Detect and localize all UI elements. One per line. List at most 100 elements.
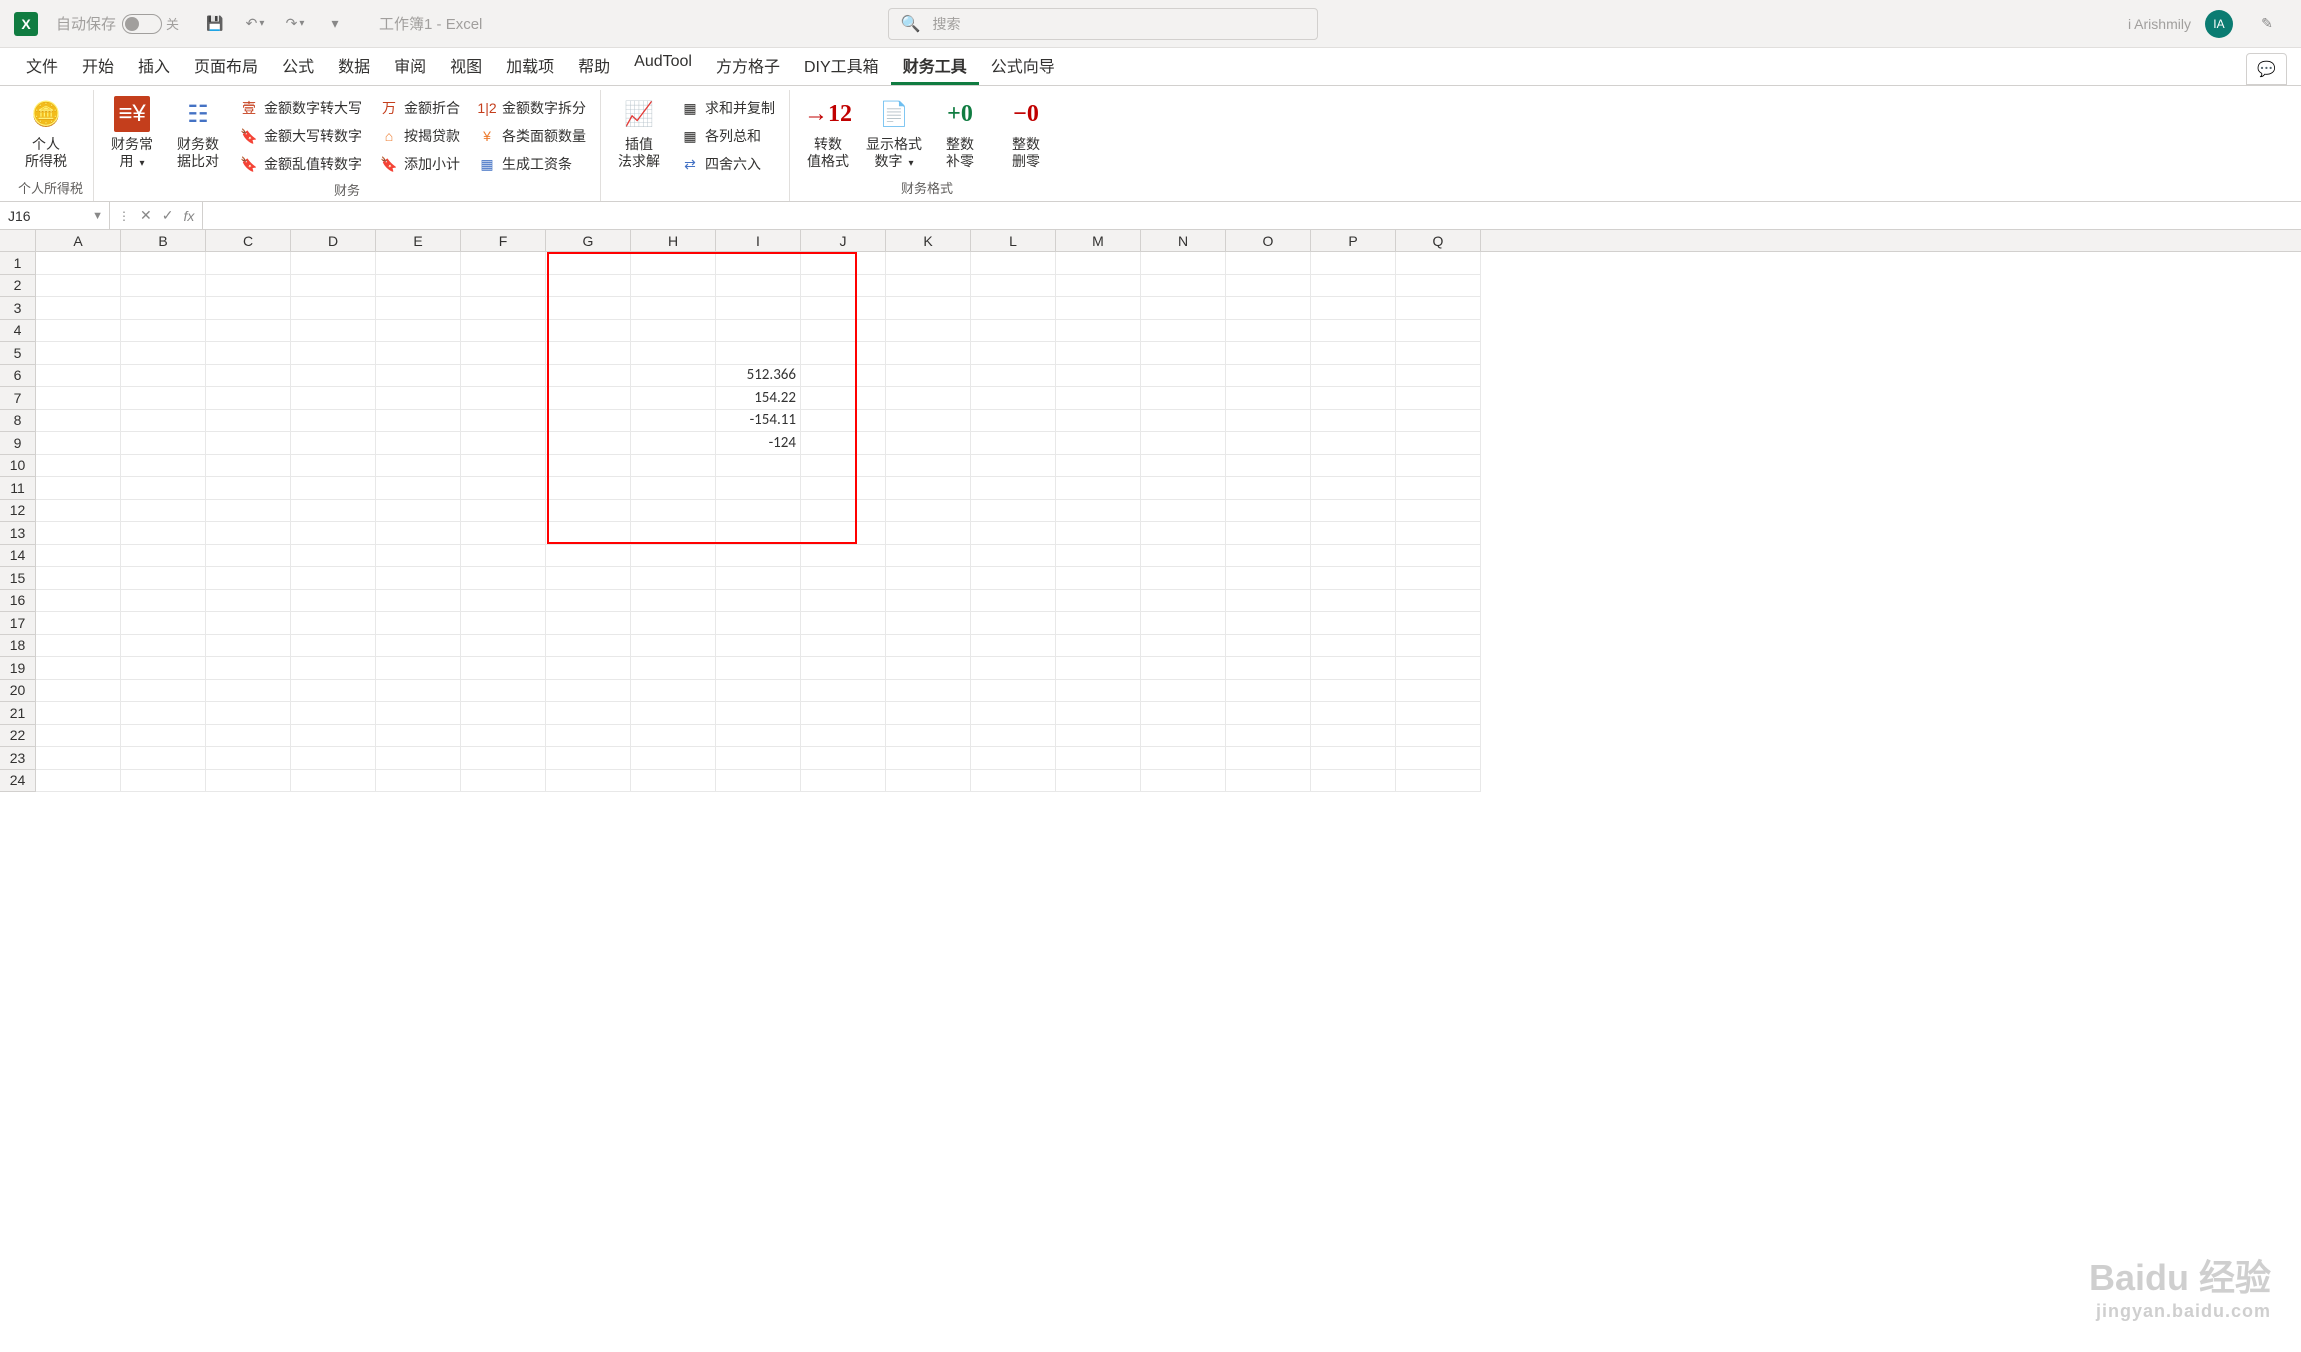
cell-J9[interactable] [801, 432, 886, 455]
cell-E20[interactable] [376, 680, 461, 703]
display-format-number-button[interactable]: 📄 显示格式数字 ▾ [866, 96, 922, 170]
cell-I1[interactable] [716, 252, 801, 275]
cell-O12[interactable] [1226, 500, 1311, 523]
income-tax-button[interactable]: 🪙 个人所得税 [18, 96, 74, 170]
cell-Q19[interactable] [1396, 657, 1481, 680]
row-header-22[interactable]: 22 [0, 725, 36, 748]
row-header-17[interactable]: 17 [0, 612, 36, 635]
cell-E24[interactable] [376, 770, 461, 793]
cell-Q15[interactable] [1396, 567, 1481, 590]
row-header-2[interactable]: 2 [0, 275, 36, 298]
cell-F4[interactable] [461, 320, 546, 343]
cell-J4[interactable] [801, 320, 886, 343]
cell-B2[interactable] [121, 275, 206, 298]
cell-M18[interactable] [1056, 635, 1141, 658]
cell-H13[interactable] [631, 522, 716, 545]
row-header-18[interactable]: 18 [0, 635, 36, 658]
cell-G11[interactable] [546, 477, 631, 500]
cell-N23[interactable] [1141, 747, 1226, 770]
cell-J24[interactable] [801, 770, 886, 793]
integer-remove-zero-button[interactable]: −0 整数删零 [998, 96, 1054, 170]
cell-N2[interactable] [1141, 275, 1226, 298]
cell-J7[interactable] [801, 387, 886, 410]
cell-F14[interactable] [461, 545, 546, 568]
cell-O1[interactable] [1226, 252, 1311, 275]
cell-N14[interactable] [1141, 545, 1226, 568]
cell-J6[interactable] [801, 365, 886, 388]
cell-G5[interactable] [546, 342, 631, 365]
cell-N9[interactable] [1141, 432, 1226, 455]
cell-B14[interactable] [121, 545, 206, 568]
cell-O16[interactable] [1226, 590, 1311, 613]
cell-P16[interactable] [1311, 590, 1396, 613]
cell-D17[interactable] [291, 612, 376, 635]
cell-Q1[interactable] [1396, 252, 1481, 275]
cell-O9[interactable] [1226, 432, 1311, 455]
cell-G14[interactable] [546, 545, 631, 568]
comments-button[interactable]: 💬 [2246, 53, 2287, 85]
cell-K14[interactable] [886, 545, 971, 568]
cell-J10[interactable] [801, 455, 886, 478]
cell-O14[interactable] [1226, 545, 1311, 568]
cell-A20[interactable] [36, 680, 121, 703]
cell-D5[interactable] [291, 342, 376, 365]
cell-K22[interactable] [886, 725, 971, 748]
cell-B9[interactable] [121, 432, 206, 455]
cell-C23[interactable] [206, 747, 291, 770]
cell-K23[interactable] [886, 747, 971, 770]
cell-E17[interactable] [376, 612, 461, 635]
tab-DIY工具箱[interactable]: DIY工具箱 [792, 47, 891, 85]
cell-C15[interactable] [206, 567, 291, 590]
cell-A3[interactable] [36, 297, 121, 320]
cell-K17[interactable] [886, 612, 971, 635]
cell-L21[interactable] [971, 702, 1056, 725]
column-header-Q[interactable]: Q [1396, 230, 1481, 251]
redo-icon[interactable]: ↷▾ [285, 14, 305, 34]
cell-O19[interactable] [1226, 657, 1311, 680]
amount-convert-button[interactable]: 万金额折合 [376, 96, 464, 120]
cell-E22[interactable] [376, 725, 461, 748]
cell-G3[interactable] [546, 297, 631, 320]
cell-E3[interactable] [376, 297, 461, 320]
row-header-20[interactable]: 20 [0, 680, 36, 703]
cell-D13[interactable] [291, 522, 376, 545]
cell-H14[interactable] [631, 545, 716, 568]
cell-D19[interactable] [291, 657, 376, 680]
payslip-button[interactable]: ▦生成工资条 [474, 152, 590, 176]
cell-Q24[interactable] [1396, 770, 1481, 793]
cell-P8[interactable] [1311, 410, 1396, 433]
cell-H1[interactable] [631, 252, 716, 275]
row-header-9[interactable]: 9 [0, 432, 36, 455]
cell-M9[interactable] [1056, 432, 1141, 455]
cell-C9[interactable] [206, 432, 291, 455]
cell-D4[interactable] [291, 320, 376, 343]
cell-H16[interactable] [631, 590, 716, 613]
cell-H24[interactable] [631, 770, 716, 793]
cell-B8[interactable] [121, 410, 206, 433]
row-header-16[interactable]: 16 [0, 590, 36, 613]
cell-P7[interactable] [1311, 387, 1396, 410]
cell-F18[interactable] [461, 635, 546, 658]
cell-C3[interactable] [206, 297, 291, 320]
cell-C1[interactable] [206, 252, 291, 275]
cell-B24[interactable] [121, 770, 206, 793]
cell-P13[interactable] [1311, 522, 1396, 545]
cell-I10[interactable] [716, 455, 801, 478]
cell-G9[interactable] [546, 432, 631, 455]
cell-B3[interactable] [121, 297, 206, 320]
cell-F5[interactable] [461, 342, 546, 365]
cell-H3[interactable] [631, 297, 716, 320]
name-box[interactable]: J16 ▼ [0, 202, 110, 229]
cell-P22[interactable] [1311, 725, 1396, 748]
cell-L2[interactable] [971, 275, 1056, 298]
cell-L23[interactable] [971, 747, 1056, 770]
cell-B1[interactable] [121, 252, 206, 275]
cell-C2[interactable] [206, 275, 291, 298]
cell-M4[interactable] [1056, 320, 1141, 343]
cell-A10[interactable] [36, 455, 121, 478]
cell-J14[interactable] [801, 545, 886, 568]
cell-A12[interactable] [36, 500, 121, 523]
row-header-19[interactable]: 19 [0, 657, 36, 680]
cell-Q12[interactable] [1396, 500, 1481, 523]
cell-N19[interactable] [1141, 657, 1226, 680]
